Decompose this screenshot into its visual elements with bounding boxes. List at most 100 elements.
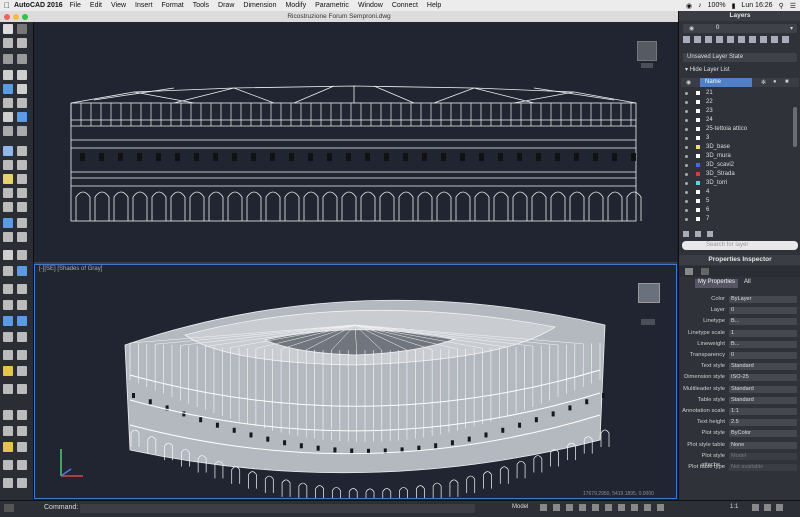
menu-edit[interactable]: Edit [90,2,102,9]
layer-color-swatch[interactable] [696,109,700,113]
menu-tools[interactable]: Tools [193,2,209,9]
close-window-icon[interactable] [4,14,10,20]
zoom-window-icon[interactable] [22,14,28,20]
array-tool-icon[interactable] [17,232,27,242]
workspace-icon[interactable] [752,504,759,511]
measure-tool-icon[interactable] [3,460,13,470]
dimension-tool-icon[interactable] [3,350,13,360]
property-value[interactable]: ByLayer [729,296,797,303]
layer-row[interactable]: 4 [679,188,800,197]
my-properties-tab[interactable]: My Properties [695,279,739,288]
leader-tool-icon[interactable] [17,350,27,360]
selection-cycling-icon[interactable] [644,504,651,511]
hatch-tool-icon[interactable] [3,426,13,436]
ungroup-tool-icon[interactable] [17,442,27,452]
smooth-tool-icon[interactable] [17,146,27,156]
polyline-tool-icon[interactable] [17,174,27,184]
menu-format[interactable]: Format [162,2,184,9]
menu-help[interactable]: Help [427,2,441,9]
layer-color-swatch[interactable] [696,163,700,167]
layer-visibility-icon[interactable] [685,119,688,122]
layer-visibility-icon[interactable] [685,128,688,131]
line-tool-icon[interactable] [3,174,13,184]
battery-icon[interactable]: ▮ [732,2,736,10]
explode-tool-icon[interactable] [17,284,27,294]
layer-row[interactable]: 21 [679,89,800,98]
layer-row[interactable]: 7 [679,215,800,224]
layer-color-swatch[interactable] [696,190,700,194]
refine-tool-icon[interactable] [17,160,27,170]
layer-delete-icon[interactable] [782,36,789,43]
layer-freeze-icon[interactable] [694,36,701,43]
break-tool-icon[interactable] [17,316,27,326]
layer-merge-icon[interactable] [771,36,778,43]
name-column-header[interactable]: Name [700,78,752,87]
presspull-tool-icon[interactable] [3,112,13,122]
camera-tool-icon[interactable] [17,366,27,376]
layer-visibility-icon[interactable] [685,146,688,149]
property-value[interactable]: B... [729,340,797,348]
layer-visibility-icon[interactable] [685,182,688,185]
shell-tool-icon[interactable] [17,126,27,136]
current-layer-dropdown[interactable]: ◉ 0 ▾ [683,24,797,33]
box-tool-icon[interactable] [3,70,13,80]
rectangle-tool-icon[interactable] [17,202,27,212]
properties-tab-icon[interactable] [685,268,693,275]
calculator-tool-icon[interactable] [3,478,13,488]
layer-previous-icon[interactable] [749,36,756,43]
extrude-tool-icon[interactable] [3,84,13,94]
polar-toggle-icon[interactable] [579,504,586,511]
group-tool-icon[interactable] [3,442,13,452]
layer-visibility-icon[interactable] [685,209,688,212]
scale-tool-icon[interactable] [17,250,27,260]
layer-color-swatch[interactable] [696,100,700,104]
menu-connect[interactable]: Connect [392,2,418,9]
layer-visibility-icon[interactable] [685,155,688,158]
color-column-icon[interactable]: ■ [785,79,789,85]
layer-row[interactable]: 23 [679,107,800,116]
transparency-toggle-icon[interactable] [631,504,638,511]
wcs-menu-icon[interactable] [641,63,653,68]
slice-tool-icon[interactable] [3,126,13,136]
copy-tool-icon[interactable] [3,250,13,260]
layer-row[interactable]: 25-tettoia attico [679,125,800,134]
viewport-3d[interactable]: [-][SE] [Shades of Gray] 17679.2950, 541… [34,264,677,506]
layer-color-swatch[interactable] [696,172,700,176]
all-properties-tab[interactable]: All [741,279,754,288]
layer-lock-icon[interactable] [705,36,712,43]
wifi-icon[interactable]: ◉ [686,2,692,10]
subtract-tool-icon[interactable] [17,98,27,108]
layer-color-swatch[interactable] [696,145,700,149]
zoom-tool-icon[interactable] [17,38,27,48]
layer-color-swatch[interactable] [696,91,700,95]
app-name-menu[interactable]: AutoCAD 2016 [14,2,63,9]
layer-row[interactable]: 3 [679,134,800,143]
chamfer-tool-icon[interactable] [3,332,13,342]
layer-row[interactable]: 3D_base [679,143,800,152]
layer-visibility-icon[interactable] [685,110,688,113]
property-value[interactable]: Standard [729,385,797,393]
viewcube-icon[interactable] [637,41,657,61]
spline-tool-icon[interactable] [3,202,13,212]
osnap-toggle-icon[interactable] [592,504,599,511]
text-tool-icon[interactable] [3,384,13,394]
circle-tool-icon[interactable] [17,188,27,198]
gradient-tool-icon[interactable] [17,426,27,436]
cylinder-tool-icon[interactable] [17,70,27,80]
layer-walk-icon[interactable] [760,36,767,43]
layer-visibility-icon[interactable] [685,200,688,203]
layer-row[interactable]: 5 [679,197,800,206]
layer-visibility-icon[interactable] [685,164,688,167]
property-value[interactable]: 0 [729,307,797,315]
model-tab[interactable]: Model [512,504,528,510]
fillet-edge-tool-icon[interactable] [17,112,27,122]
battery-label[interactable]: 100% [708,2,726,9]
layer-color-swatch[interactable] [696,136,700,140]
layer-isolate-icon[interactable] [716,36,723,43]
menu-insert[interactable]: Insert [135,2,153,9]
property-value[interactable]: 2.5 [729,419,797,427]
layer-color-swatch[interactable] [696,154,700,158]
layer-row[interactable]: 3D_Strada [679,170,800,179]
status-column-icon[interactable]: ◉ [686,79,691,86]
union-tool-icon[interactable] [3,98,13,108]
